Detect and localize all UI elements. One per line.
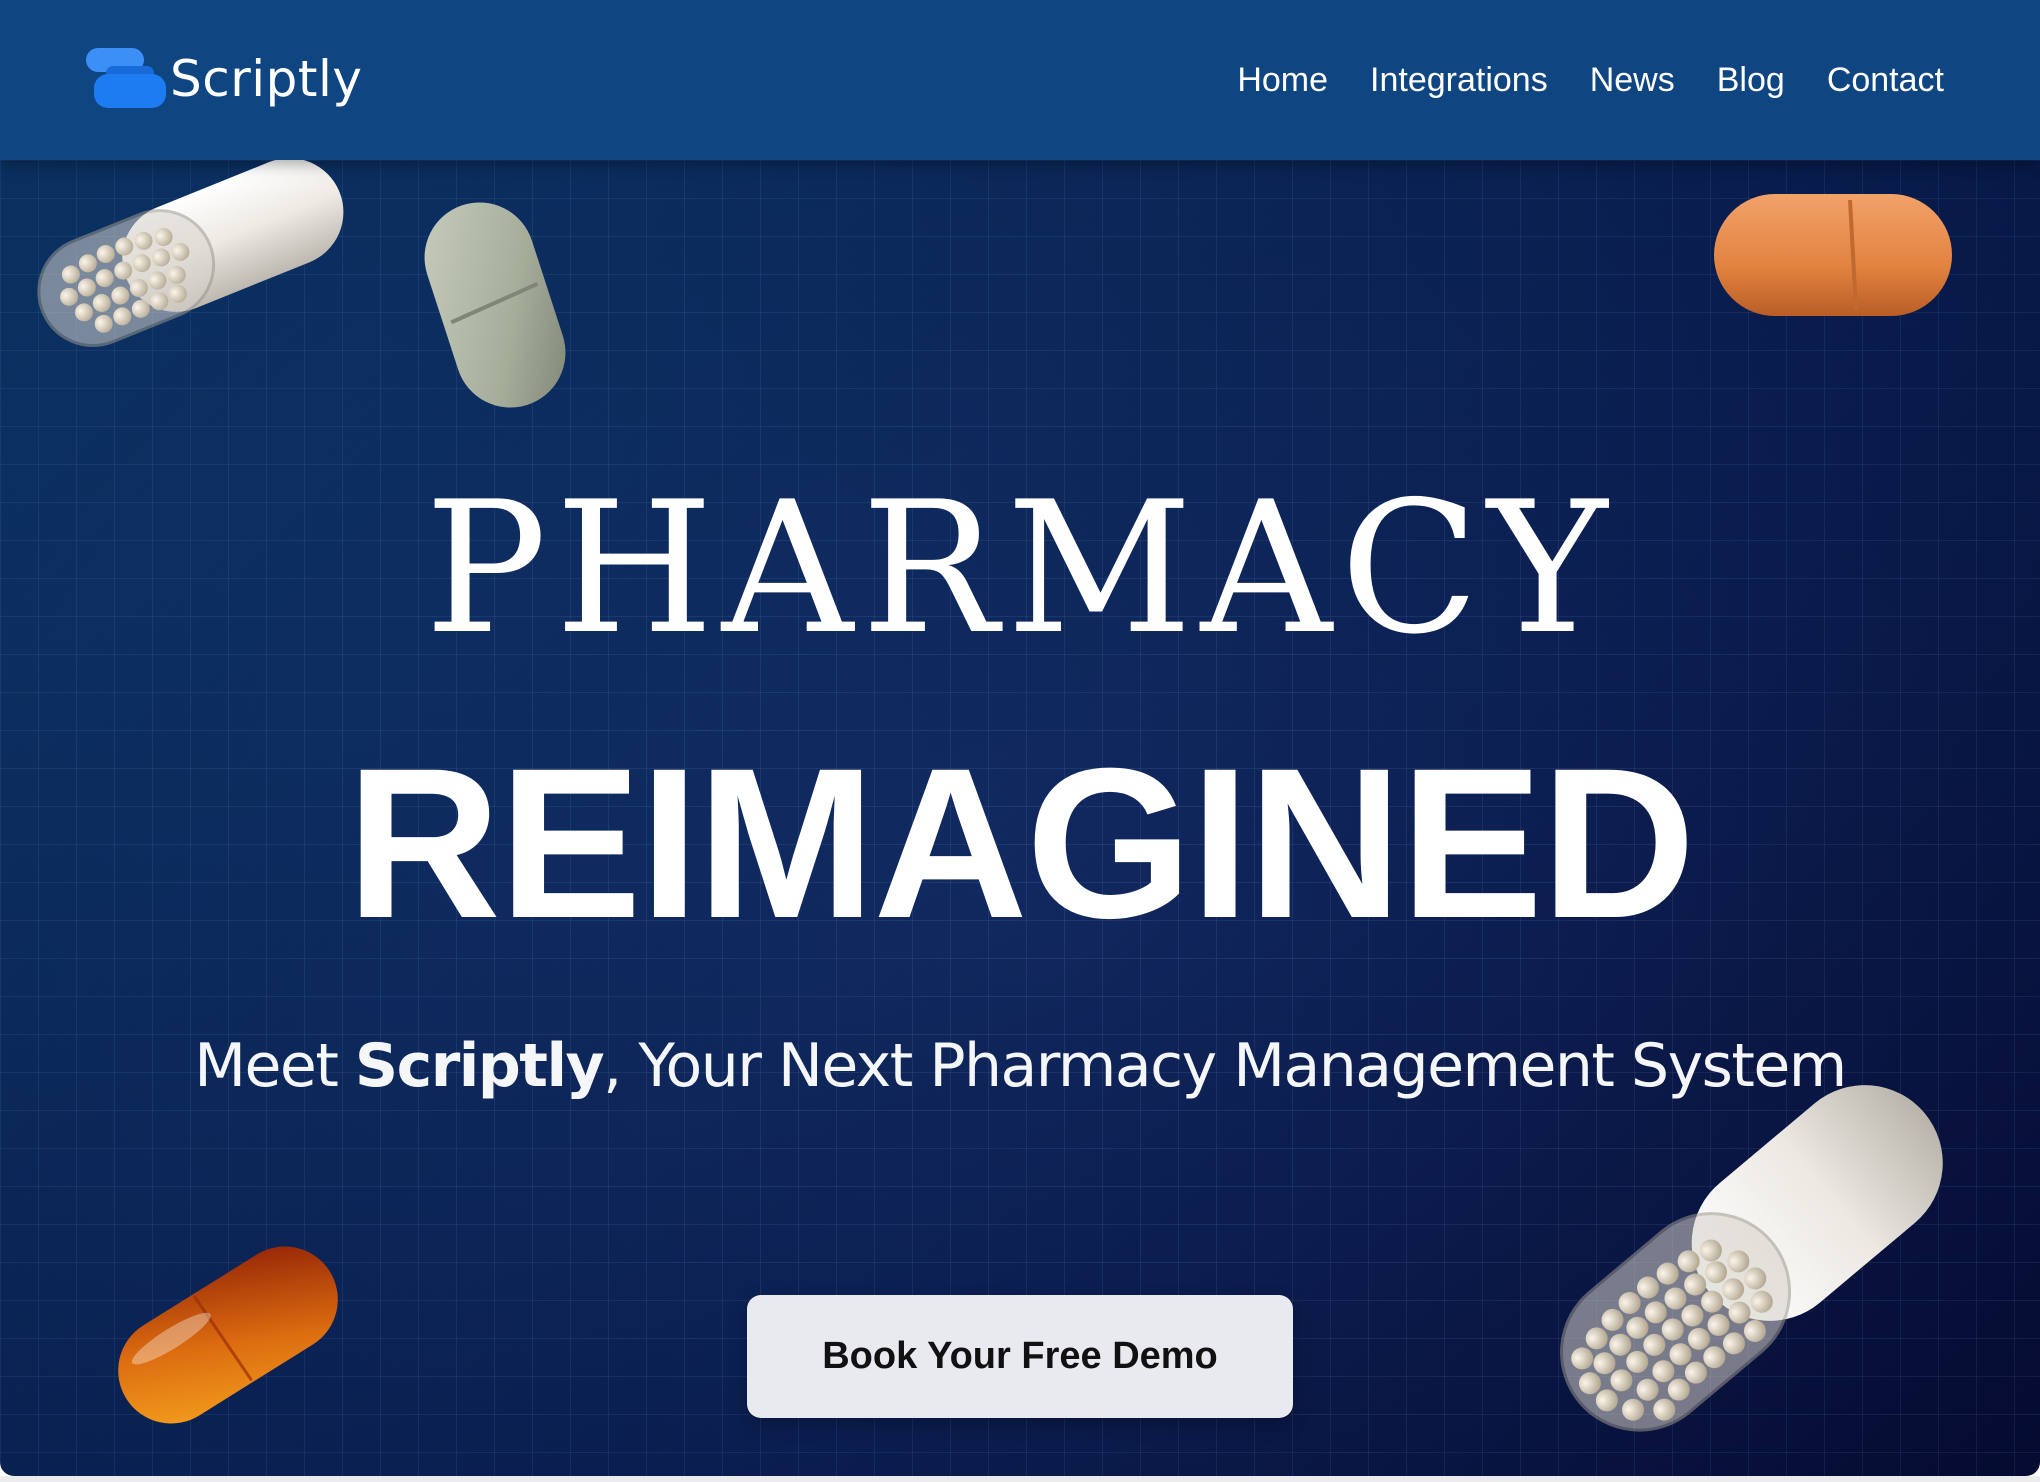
headline-top: PHARMACY [424,462,1616,674]
capsule-beads-icon [37,158,344,348]
orange-tablet-icon [1714,194,1952,316]
nav-home[interactable]: Home [1237,52,1328,108]
subline-prefix: Meet [194,1031,355,1101]
nav-integrations[interactable]: Integrations [1370,52,1548,108]
nav-blog[interactable]: Blog [1717,52,1785,108]
book-demo-button[interactable]: Book Your Free Demo [747,1295,1293,1418]
brand-logo-link[interactable]: Scriptly [84,46,363,112]
hero-page: PHARMACY REIMAGINED Meet Scriptly, Your … [0,0,2040,1476]
subline-suffix: , Your Next Pharmacy Management System [603,1031,1847,1101]
subline-brand: Scriptly [354,1031,605,1101]
hero-subline: Meet Scriptly, Your Next Pharmacy Manage… [0,1028,2040,1104]
sage-tablet-icon [424,202,566,408]
headline-bottom: REIMAGINED [346,724,1695,963]
top-navbar: Scriptly Home Integrations News Blog Con… [0,0,2040,160]
brand-name: Scriptly [170,50,363,108]
nav-contact[interactable]: Contact [1827,52,1944,108]
scriptly-logo-icon [86,48,166,108]
nav-news[interactable]: News [1590,52,1675,108]
page-bottom-edge [0,1476,2040,1482]
main-nav: Home Integrations News Blog Contact [1237,52,1944,108]
amber-softgel-icon [118,1246,338,1424]
